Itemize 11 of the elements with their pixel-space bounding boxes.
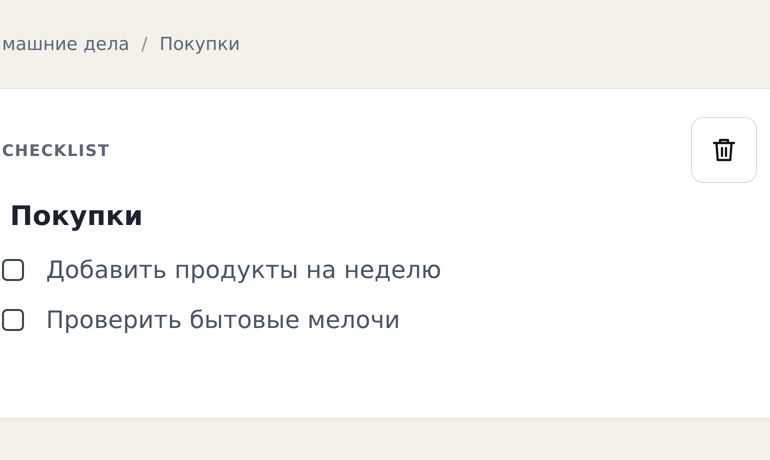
checkbox[interactable] (2, 309, 24, 331)
breadcrumb-link[interactable]: Покупки (159, 34, 240, 54)
breadcrumb-link[interactable]: машние дела (2, 34, 130, 54)
section-label: CHECKLIST (2, 140, 110, 160)
delete-button[interactable] (691, 117, 757, 183)
breadcrumb-separator: / (141, 34, 148, 54)
trash-icon (712, 137, 736, 163)
checklist-title: Покупки (10, 201, 144, 232)
checklist-item-text: Добавить продукты на неделю (46, 256, 442, 284)
checkbox[interactable] (2, 259, 24, 281)
checklist-item-text: Проверить бытовые мелочи (46, 306, 400, 334)
